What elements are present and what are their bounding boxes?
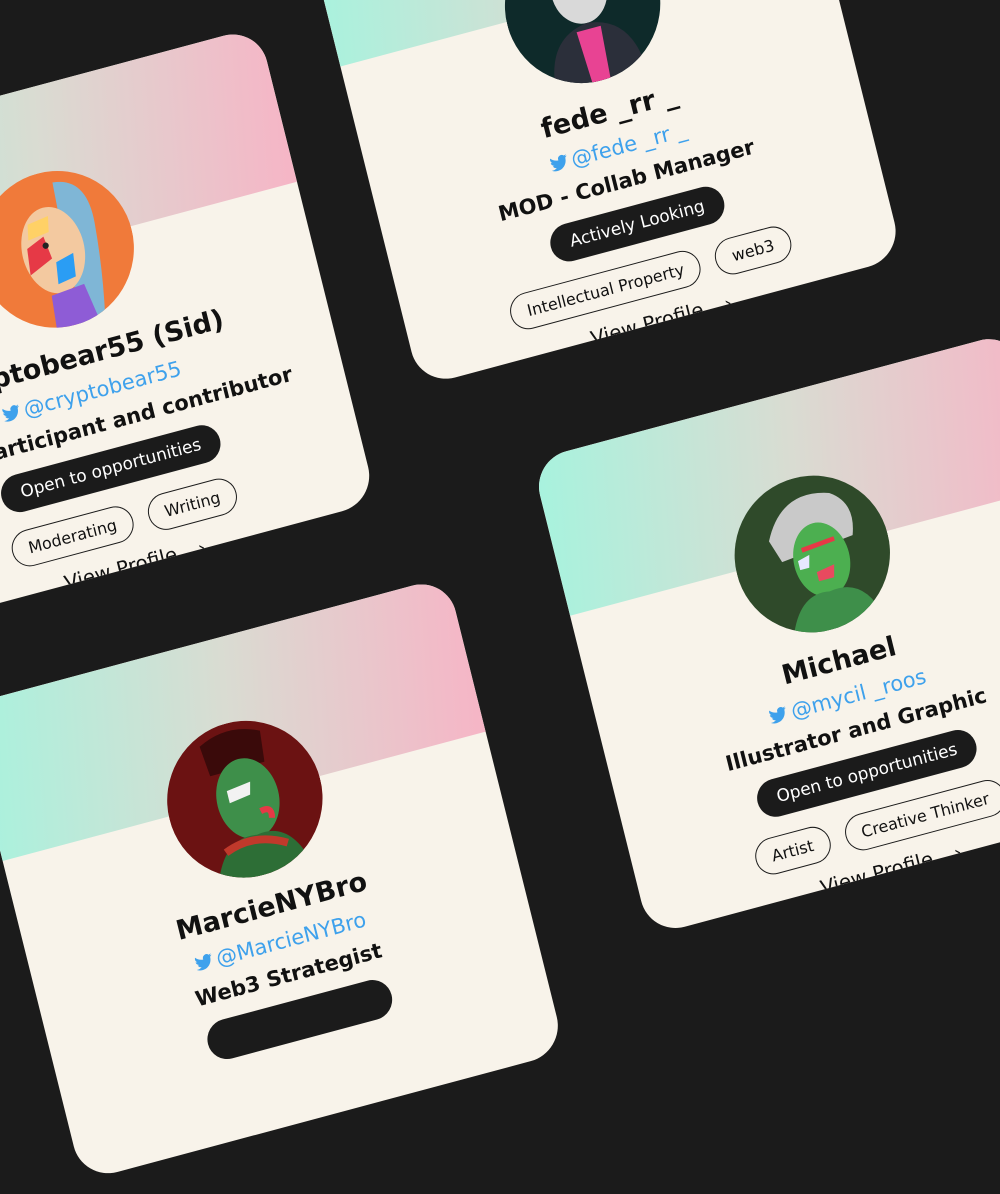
- twitter-bird-icon: [549, 154, 567, 172]
- twitter-bird-icon: [194, 953, 212, 971]
- skill-tag[interactable]: web3: [711, 222, 795, 279]
- chevron-right-icon: ›: [722, 292, 735, 315]
- profile-card-marcienybro[interactable]: MarcieNYBro @MarcieNYBro Web3 Strategist: [0, 576, 566, 1182]
- twitter-bird-icon: [2, 404, 19, 422]
- avatar[interactable]: [718, 458, 907, 650]
- skill-tag[interactable]: Intellectual Property: [506, 246, 705, 334]
- profile-card-fede-rr[interactable]: fede _rr _ @fede _rr _ MOD - Collab Mana…: [301, 0, 904, 387]
- skill-tag[interactable]: Artist: [751, 822, 835, 879]
- twitter-bird-icon: [769, 706, 787, 724]
- avatar[interactable]: [150, 703, 340, 896]
- profile-card-michael[interactable]: Michael @mycil _roos Illustrator and Gra…: [531, 331, 1000, 937]
- avatar[interactable]: [0, 153, 151, 346]
- chevron-right-icon: ›: [195, 537, 208, 560]
- skill-tag[interactable]: Writing: [143, 474, 241, 534]
- chevron-right-icon: ›: [951, 841, 964, 865]
- profile-card-cryptobear55[interactable]: Cryptobear55 (Sid) @cryptobear55 Web3 pa…: [0, 26, 377, 632]
